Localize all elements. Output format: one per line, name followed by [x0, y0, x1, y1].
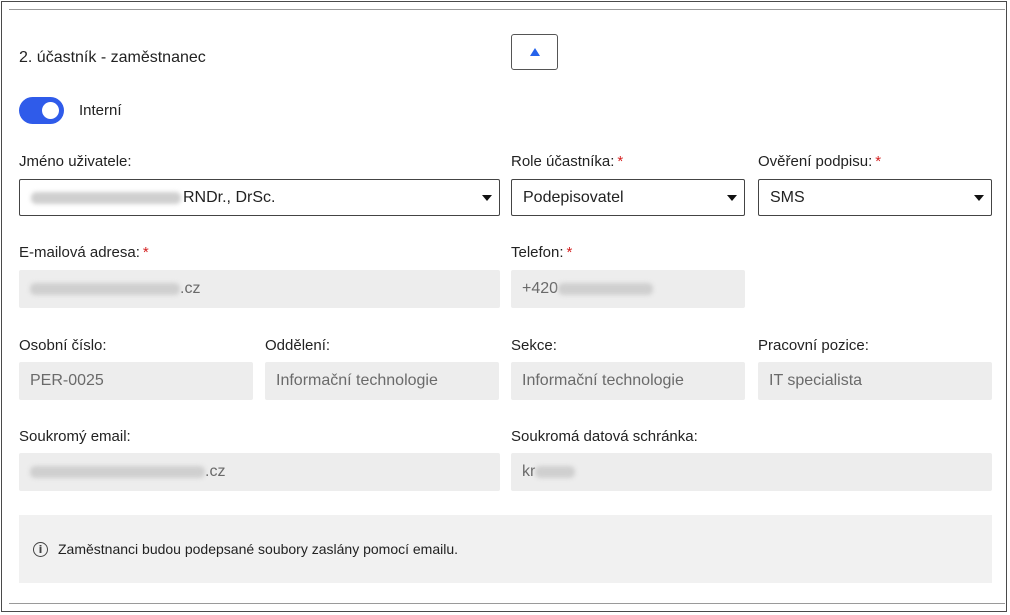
divider-bottom — [9, 603, 1005, 604]
info-box: i Zaměstnanci budou podepsané soubory za… — [19, 515, 992, 583]
phone-field: +420 — [511, 270, 745, 308]
chevron-down-icon — [727, 195, 737, 201]
phone-value: +420 — [522, 280, 559, 297]
role-label: Role účastníka: * — [511, 153, 623, 170]
section-field: Informační technologie — [511, 362, 745, 400]
position-field: IT specialista — [758, 362, 992, 400]
user-name-label: Jméno uživatele: — [19, 153, 132, 170]
redacted-name — [31, 191, 181, 204]
user-name-select[interactable]: RNDr., DrSc. — [19, 179, 500, 216]
role-label-text: Role účastníka: — [511, 153, 615, 170]
redacted-private-email — [30, 466, 205, 478]
info-text: Zaměstnanci budou podepsané soubory zasl… — [58, 541, 459, 557]
email-label-text: E-mailová adresa: — [19, 244, 140, 261]
internal-toggle[interactable] — [19, 97, 64, 124]
role-select[interactable]: Podepisovatel — [511, 179, 745, 216]
redacted-email — [30, 283, 180, 295]
section-label: Sekce: — [511, 337, 557, 354]
required-mark: * — [617, 153, 624, 170]
signature-verification-select[interactable]: SMS — [758, 179, 992, 216]
data-box-label: Soukromá datová schránka: — [511, 428, 698, 445]
data-box-field: kr — [511, 453, 992, 491]
required-mark: * — [142, 244, 149, 261]
divider-top — [9, 9, 1005, 10]
department-label: Oddělení: — [265, 337, 331, 354]
user-name-value: RNDr., DrSc. — [183, 188, 276, 206]
department-field: Informační technologie — [265, 362, 499, 400]
signature-verification-label-text: Ověření podpisu: — [758, 153, 873, 170]
chevron-down-icon — [482, 195, 492, 201]
phone-label: Telefon: * — [511, 244, 572, 261]
user-name-label-text: Jméno uživatele: — [19, 153, 132, 170]
section-title: 2. účastník - zaměstnanec — [19, 49, 206, 66]
phone-label-text: Telefon: — [511, 244, 564, 261]
personal-number-label: Osobní číslo: — [19, 337, 107, 354]
internal-toggle-label: Interní — [79, 102, 122, 119]
position-label: Pracovní pozice: — [758, 337, 869, 354]
email-value: .cz — [180, 280, 201, 297]
toggle-knob — [42, 102, 59, 119]
info-icon: i — [33, 541, 48, 557]
redacted-phone — [558, 283, 654, 295]
personal-number-field: PER-0025 — [19, 362, 253, 400]
private-email-value: .cz — [205, 463, 226, 480]
redacted-data-box — [535, 466, 576, 478]
collapse-button[interactable] — [511, 34, 558, 70]
caret-up-icon — [529, 48, 540, 56]
private-email-field: .cz — [19, 453, 500, 491]
required-mark: * — [566, 244, 573, 261]
data-box-value: kr — [522, 463, 536, 480]
signature-verification-value: SMS — [770, 188, 805, 206]
required-mark: * — [875, 153, 882, 170]
private-email-label: Soukromý email: — [19, 428, 131, 445]
role-value: Podepisovatel — [523, 188, 624, 206]
chevron-down-icon — [974, 195, 984, 201]
email-label: E-mailová adresa: * — [19, 244, 149, 261]
signature-verification-label: Ověření podpisu: * — [758, 153, 881, 170]
email-field: .cz — [19, 270, 500, 308]
